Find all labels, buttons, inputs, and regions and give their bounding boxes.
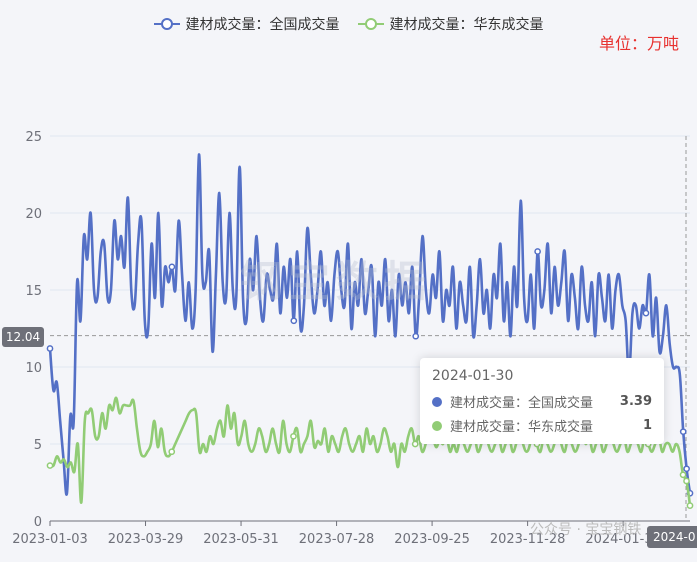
chart-tooltip: 2024-01-30 建材成交量：全国成交量 3.39 建材成交量：华东成交量 … bbox=[420, 358, 664, 444]
series-point-1 bbox=[411, 440, 419, 448]
series-point-1 bbox=[290, 432, 297, 440]
x-tick-label: 2023-03-29 bbox=[108, 532, 184, 547]
tooltip-date: 2024-01-30 bbox=[432, 368, 514, 384]
tooltip-series-value: 3.39 bbox=[619, 394, 652, 409]
legend-line-icon bbox=[153, 18, 180, 30]
unit-label: 单位：万吨 bbox=[598, 34, 679, 53]
legend-item-national[interactable]: 建材成交量：全国成交量 bbox=[153, 14, 340, 34]
legend-line-icon bbox=[357, 18, 384, 30]
tooltip-series-name: 建材成交量：华东成交量 bbox=[450, 420, 594, 435]
tooltip-series-name: 建材成交量：全国成交量 bbox=[450, 396, 594, 411]
y-tick-label: 10 bbox=[25, 361, 42, 376]
series-point-0 bbox=[412, 332, 420, 340]
series-point-1 bbox=[683, 477, 690, 485]
legend-label: 建材成交量：华东成交量 bbox=[389, 17, 544, 33]
tooltip-row-east: 建材成交量：华东成交量 1 bbox=[432, 416, 652, 435]
series-dot-icon bbox=[432, 420, 442, 431]
x-tick-label: 2023-09-25 bbox=[394, 532, 470, 547]
series-dot-icon bbox=[432, 396, 442, 407]
series-point-0 bbox=[46, 345, 54, 352]
corner-watermark: 公众号 · 宝宝钢铁 bbox=[530, 522, 642, 538]
y-tick-label: 20 bbox=[25, 207, 42, 222]
y-tick-label: 25 bbox=[25, 130, 42, 145]
y-tick-label: 15 bbox=[25, 284, 42, 299]
tooltip-series-value: 1 bbox=[642, 418, 652, 433]
series-point-1 bbox=[679, 471, 687, 479]
chart-legend: 建材成交量：全国成交量 建材成交量：华东成交量 bbox=[0, 14, 697, 34]
x-tick-label: 2023-07-28 bbox=[299, 532, 375, 547]
series-point-0 bbox=[534, 248, 541, 255]
series-point-1 bbox=[168, 448, 176, 456]
series-point-1 bbox=[46, 462, 54, 469]
legend-label: 建材成交量：全国成交量 bbox=[185, 17, 340, 33]
x-tick-label: 2023-01-03 bbox=[12, 532, 88, 547]
center-watermark: 钢宝数据 bbox=[240, 257, 433, 306]
series-point-0 bbox=[168, 263, 176, 271]
tooltip-row-national: 建材成交量：全国成交量 3.39 bbox=[432, 392, 652, 411]
legend-item-east[interactable]: 建材成交量：华东成交量 bbox=[357, 14, 544, 34]
crosshair-x-label: 2024-0 bbox=[647, 526, 697, 548]
series-point-0 bbox=[642, 309, 650, 317]
series-point-0 bbox=[679, 428, 687, 436]
y-tick-label: 5 bbox=[34, 438, 42, 453]
series-point-0 bbox=[290, 317, 298, 325]
crosshair-y-label: 12.04 bbox=[2, 327, 44, 347]
series-point-0 bbox=[683, 465, 690, 473]
series-point-1 bbox=[686, 502, 694, 509]
x-tick-label: 2023-05-31 bbox=[203, 532, 279, 547]
y-tick-label: 0 bbox=[34, 515, 42, 530]
